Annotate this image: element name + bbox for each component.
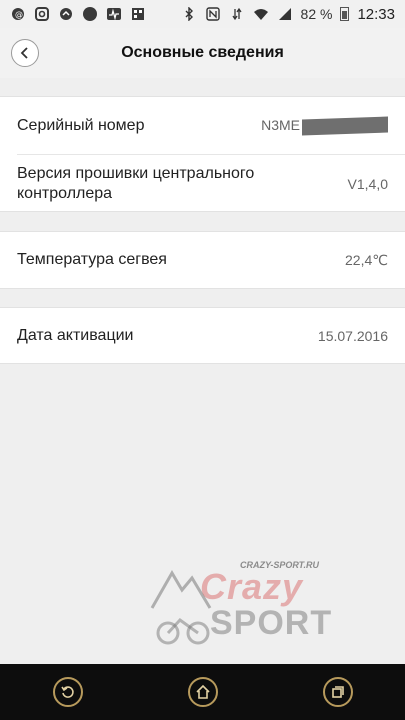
home-icon <box>195 684 210 699</box>
serial-value-text: N3ME <box>261 116 300 133</box>
circle-icon <box>82 6 98 22</box>
signal-icon <box>277 6 293 22</box>
bluetooth-icon <box>181 6 197 22</box>
status-bar: @ 82 % 12:33 <box>0 0 405 28</box>
back-button[interactable] <box>11 39 39 67</box>
temperature-value: 22,4℃ <box>345 251 388 268</box>
battery-icon <box>340 7 350 21</box>
home-button[interactable] <box>187 677 218 707</box>
firmware-label: Версия прошивки центрального контроллера <box>17 164 255 202</box>
redacted-bar <box>302 116 388 136</box>
watermark-brand-top: Crazy <box>200 566 304 607</box>
nfc-icon <box>205 6 221 22</box>
top-bar: Основные сведения <box>0 28 405 78</box>
activation-label: Дата активации <box>17 326 134 344</box>
recent-apps-button[interactable] <box>322 677 353 707</box>
instagram-icon <box>34 6 50 22</box>
info-card-3: Дата активации 15.07.2016 <box>0 307 405 364</box>
system-nav-bar <box>0 664 405 720</box>
temperature-label: Температура сегвея <box>17 251 167 268</box>
info-card-2: Температура сегвея 22,4℃ <box>0 231 405 289</box>
status-icons-right: 82 % 12:33 <box>181 6 395 23</box>
clock: 12:33 <box>357 5 395 23</box>
notification-icon: @ <box>10 6 26 22</box>
svg-text:@: @ <box>15 10 23 19</box>
status-icons-left: @ <box>10 6 146 22</box>
serial-label: Серийный номер <box>17 116 145 134</box>
watermark-brand-bottom: SPORT <box>210 604 333 642</box>
back-nav-icon <box>60 686 74 698</box>
serial-row: Серийный номер N3ME <box>0 97 405 154</box>
activation-row: Дата активации 15.07.2016 <box>0 308 405 363</box>
wifi-icon <box>253 6 269 22</box>
temperature-row: Температура сегвея 22,4℃ <box>0 232 405 288</box>
activity-icon <box>106 6 122 22</box>
firmware-value: V1,4,0 <box>347 175 388 192</box>
watermark: CRAZY-SPORT.RU Crazy SPORT <box>150 560 340 655</box>
page-title: Основные сведения <box>121 44 284 61</box>
info-card-1: Серийный номер N3ME Версия прошивки цент… <box>0 96 405 212</box>
back-nav-button[interactable] <box>52 677 83 707</box>
serial-value: N3ME <box>261 116 388 136</box>
firmware-row: Версия прошивки центрального контроллера… <box>0 155 405 212</box>
image-icon <box>130 6 146 22</box>
app-icon <box>58 6 74 22</box>
battery-percent: 82 % <box>300 6 333 22</box>
data-icon <box>229 6 245 22</box>
recent-apps-icon <box>331 686 344 698</box>
activation-value: 15.07.2016 <box>317 327 388 344</box>
chevron-left-icon <box>20 47 28 59</box>
